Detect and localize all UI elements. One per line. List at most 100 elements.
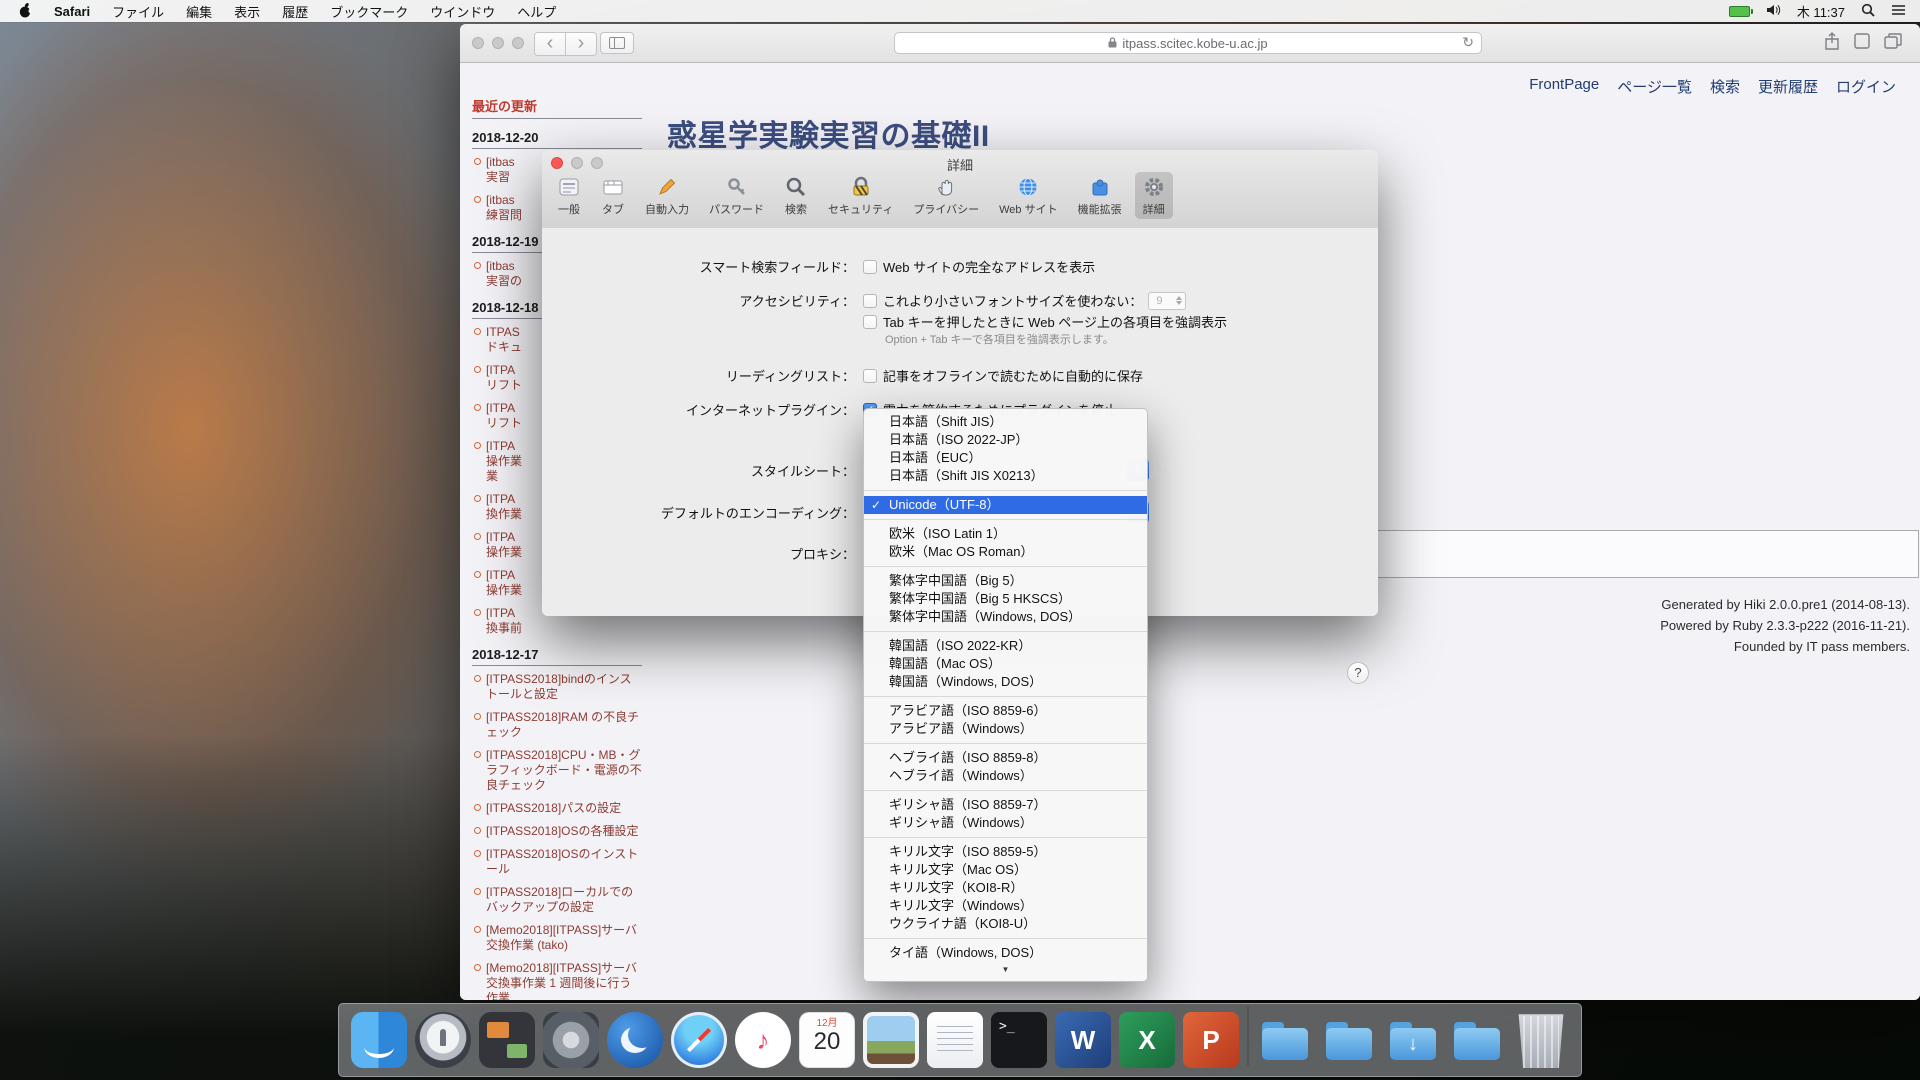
encoding-option[interactable]: 韓国語（Mac OS）: [864, 655, 1147, 673]
wiki-nav-link[interactable]: ページ一覧: [1617, 76, 1692, 97]
encoding-option[interactable]: 欧米（ISO Latin 1）: [864, 525, 1147, 543]
calendar-icon[interactable]: 12月 20: [799, 1012, 855, 1068]
shared-folder-icon[interactable]: [1449, 1012, 1505, 1068]
encoding-option[interactable]: ヘブライ語（Windows）: [864, 767, 1147, 785]
url-field[interactable]: itpass.scitec.kobe-u.ac.jp ↻: [894, 32, 1482, 54]
tab-extensions[interactable]: 機能拡張: [1071, 172, 1129, 219]
encoding-option[interactable]: 欧米（Mac OS Roman）: [864, 543, 1147, 561]
launchpad-icon[interactable]: [415, 1012, 471, 1068]
encoding-option[interactable]: 日本語（Shift JIS）: [864, 413, 1147, 431]
encoding-option[interactable]: 韓国語（ISO 2022-KR）: [864, 637, 1147, 655]
tab-advanced[interactable]: 詳細: [1135, 172, 1173, 219]
new-tab-icon[interactable]: [1854, 33, 1870, 54]
sidebar-page-link[interactable]: [ITPASS2018]ローカルでのバックアップの設定: [474, 885, 642, 915]
menu-item[interactable]: 表示: [234, 2, 260, 21]
encoding-option[interactable]: ギリシャ語（ISO 8859-7）: [864, 796, 1147, 814]
safari-icon[interactable]: [671, 1012, 727, 1068]
encoding-option[interactable]: ヘブライ語（ISO 8859-8）: [864, 749, 1147, 767]
wiki-nav-link[interactable]: ログイン: [1836, 76, 1896, 97]
encoding-option[interactable]: タイ語（Windows, DOS）: [864, 944, 1147, 962]
apple-menu-icon[interactable]: [18, 2, 32, 21]
encoding-option[interactable]: ウクライナ語（KOI8-U）: [864, 915, 1147, 933]
min-font-size-checkbox[interactable]: [863, 294, 877, 308]
menu-item[interactable]: 履歴: [282, 2, 308, 21]
show-full-address-checkbox[interactable]: [863, 260, 877, 274]
excel-icon[interactable]: X: [1119, 1012, 1175, 1068]
battery-icon[interactable]: [1729, 6, 1750, 17]
itunes-icon[interactable]: ♪: [735, 1012, 791, 1068]
sidebar-page-link[interactable]: [ITPASS2018]パスの設定: [474, 801, 642, 816]
sidebar-page-link[interactable]: [ITPASS2018]CPU・MB・グラフィックボード・電源の不良チェック: [474, 748, 642, 793]
tab-tabs[interactable]: タブ: [594, 172, 632, 219]
sidebar-page-link[interactable]: [Memo2018][ITPASS]サーバ交換作業 (tako): [474, 923, 642, 953]
help-button[interactable]: ?: [1347, 662, 1369, 684]
wiki-nav-link[interactable]: FrontPage: [1529, 76, 1599, 97]
tab-overview-icon[interactable]: [1884, 33, 1902, 54]
textedit-icon[interactable]: [927, 1012, 983, 1068]
encoding-option[interactable]: 日本語（EUC）: [864, 449, 1147, 467]
volume-icon[interactable]: [1766, 4, 1781, 19]
sidebar-toggle-button[interactable]: [600, 32, 634, 54]
wiki-nav-link[interactable]: 更新履歴: [1758, 76, 1818, 97]
tab-websites[interactable]: Web サイト: [992, 172, 1064, 219]
zoom-button[interactable]: [512, 37, 524, 49]
notification-center-icon[interactable]: [1891, 4, 1906, 19]
encoding-option[interactable]: キリル文字（KOI8-R）: [864, 879, 1147, 897]
tab-autofill[interactable]: 自動入力: [638, 172, 696, 219]
encoding-option[interactable]: アラビア語（Windows）: [864, 720, 1147, 738]
encoding-option[interactable]: 繁体字中国語（Windows, DOS）: [864, 608, 1147, 626]
scroll-down-indicator[interactable]: ▼: [864, 962, 1147, 977]
finder-icon[interactable]: [351, 1012, 407, 1068]
mission-control-icon[interactable]: [479, 1012, 535, 1068]
system-preferences-icon[interactable]: [543, 1012, 599, 1068]
encoding-option[interactable]: 韓国語（Windows, DOS）: [864, 673, 1147, 691]
close-button[interactable]: [551, 157, 563, 169]
tab-highlight-checkbox[interactable]: [863, 315, 877, 329]
thunderbird-icon[interactable]: [607, 1012, 663, 1068]
back-button[interactable]: ‹: [535, 33, 565, 55]
terminal-icon[interactable]: >_: [991, 1012, 1047, 1068]
minimize-button[interactable]: [492, 37, 504, 49]
sidebar-page-link[interactable]: [ITPASS2018]RAM の不良チェック: [474, 710, 642, 740]
encoding-option[interactable]: 日本語（Shift JIS X0213）: [864, 467, 1147, 485]
sidebar-page-link[interactable]: [Memo2018][ITPASS]サーバ交換事作業 1 週間後に行う作業: [474, 961, 642, 1000]
tab-general[interactable]: 一般: [550, 172, 588, 219]
font-size-select[interactable]: 9: [1148, 292, 1186, 310]
menu-item[interactable]: ウインドウ: [430, 2, 495, 21]
sidebar-page-link[interactable]: [ITPASS2018]bindのインストールと設定: [474, 672, 642, 702]
spotlight-icon[interactable]: [1861, 3, 1875, 20]
menu-item[interactable]: ブックマーク: [330, 2, 408, 21]
word-icon[interactable]: W: [1055, 1012, 1111, 1068]
encoding-option[interactable]: ギリシャ語（Windows）: [864, 814, 1147, 832]
menu-item[interactable]: ヘルプ: [517, 2, 556, 21]
encoding-option[interactable]: アラビア語（ISO 8859-6）: [864, 702, 1147, 720]
encoding-option[interactable]: 繁体字中国語（Big 5）: [864, 572, 1147, 590]
minimize-button[interactable]: [571, 157, 583, 169]
encoding-option[interactable]: キリル文字（ISO 8859-5）: [864, 843, 1147, 861]
powerpoint-icon[interactable]: P: [1183, 1012, 1239, 1068]
wiki-nav-link[interactable]: 検索: [1710, 76, 1740, 97]
encoding-option[interactable]: 繁体字中国語（Big 5 HKSCS）: [864, 590, 1147, 608]
menu-app-name[interactable]: Safari: [54, 4, 90, 19]
offline-save-checkbox[interactable]: [863, 369, 877, 383]
zoom-button[interactable]: [591, 157, 603, 169]
downloads-folder-icon[interactable]: ↓: [1385, 1012, 1441, 1068]
reload-icon[interactable]: ↻: [1462, 34, 1474, 51]
tab-passwords[interactable]: パスワード: [702, 172, 771, 219]
menu-item[interactable]: ファイル: [112, 2, 164, 21]
sidebar-page-link[interactable]: [ITPASS2018]OSのインストール: [474, 847, 642, 877]
encoding-option-selected[interactable]: ✓ Unicode（UTF-8）: [864, 496, 1147, 514]
trash-icon[interactable]: [1513, 1012, 1569, 1068]
encoding-option[interactable]: キリル文字（Mac OS）: [864, 861, 1147, 879]
share-icon[interactable]: [1824, 32, 1840, 55]
menu-item[interactable]: 編集: [186, 2, 212, 21]
tab-search[interactable]: 検索: [777, 172, 815, 219]
applications-folder-icon[interactable]: [1257, 1012, 1313, 1068]
documents-folder-icon[interactable]: [1321, 1012, 1377, 1068]
photos-icon[interactable]: [863, 1012, 919, 1068]
tab-security[interactable]: セキュリティ: [821, 172, 900, 219]
menu-clock[interactable]: 木 11:37: [1797, 2, 1845, 21]
forward-button[interactable]: ›: [565, 33, 596, 55]
encoding-option[interactable]: キリル文字（Windows）: [864, 897, 1147, 915]
sidebar-page-link[interactable]: [ITPASS2018]OSの各種設定: [474, 824, 642, 839]
